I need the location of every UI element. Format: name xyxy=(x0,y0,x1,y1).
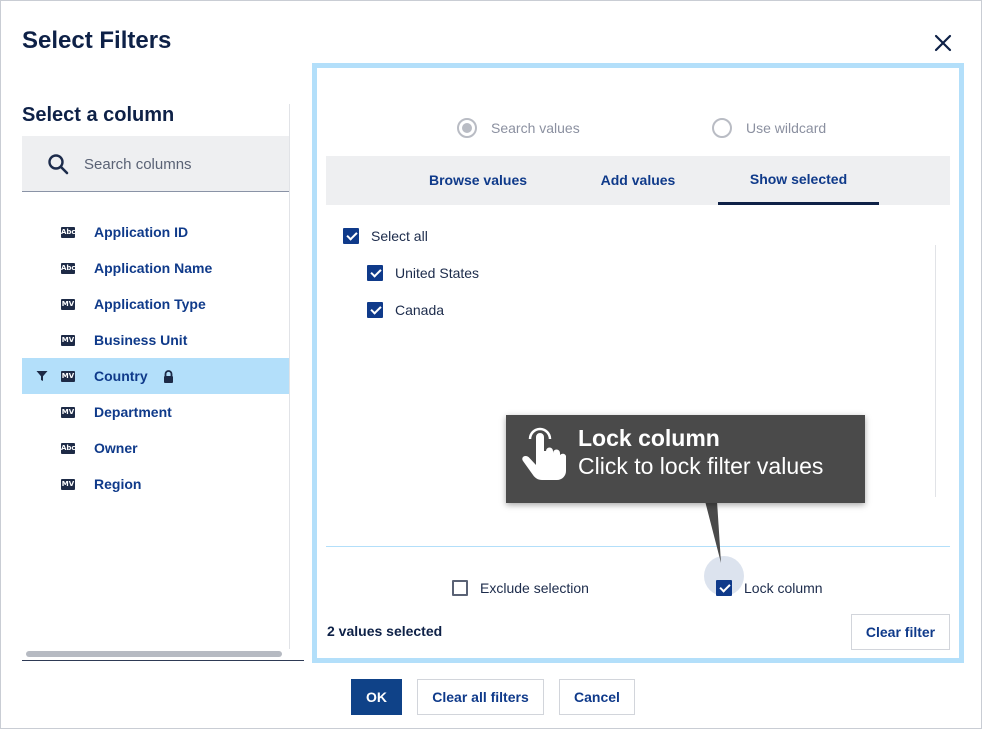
column-item-application-name[interactable]: Abc Application Name xyxy=(22,250,289,286)
column-label: Business Unit xyxy=(94,332,188,348)
exclude-selection-checkbox[interactable]: Exclude selection xyxy=(452,580,589,596)
values-scrollbar[interactable] xyxy=(935,245,936,497)
select-all-checkbox[interactable]: Select all xyxy=(343,228,428,244)
value-checkbox-canada[interactable]: Canada xyxy=(367,302,444,318)
checkbox-label: Select all xyxy=(371,228,428,244)
use-wildcard-radio[interactable]: Use wildcard xyxy=(712,118,826,138)
clear-filter-button[interactable]: Clear filter xyxy=(851,614,950,650)
multivalue-type-icon: MV xyxy=(61,298,75,310)
clear-all-filters-button[interactable]: Clear all filters xyxy=(417,679,544,715)
column-search-input[interactable] xyxy=(84,148,279,180)
multivalue-type-icon: MV xyxy=(61,370,75,382)
checkbox-label: Lock column xyxy=(744,580,823,596)
search-icon xyxy=(46,152,70,176)
radio-label: Use wildcard xyxy=(746,120,827,136)
column-label: Application Name xyxy=(94,260,213,276)
tab-browse-values[interactable]: Browse values xyxy=(398,156,558,205)
tooltip-title: Lock column xyxy=(578,425,720,451)
column-item-business-unit[interactable]: MV Business Unit xyxy=(22,322,289,358)
checkbox-label: Canada xyxy=(395,302,445,318)
column-list: Abc Application ID Abc Application Name … xyxy=(22,214,289,502)
checkbox-checked xyxy=(343,228,359,244)
close-icon[interactable] xyxy=(931,31,955,55)
checkbox-checked xyxy=(367,265,383,281)
text-type-icon: Abc xyxy=(61,442,76,454)
checkbox-unchecked xyxy=(452,580,468,596)
radio-label: Search values xyxy=(491,120,580,136)
tab-show-selected[interactable]: Show selected xyxy=(718,156,879,205)
radio-indicator xyxy=(712,118,732,138)
checkbox-label: Exclude selection xyxy=(480,580,589,596)
filter-options: Exclude selection Lock column xyxy=(326,573,950,603)
ok-button[interactable]: OK xyxy=(351,679,402,715)
lock-column-tooltip: Lock column Click to lock filter values xyxy=(506,415,865,503)
column-item-country[interactable]: MV Country xyxy=(22,358,289,394)
filter-values-panel: Search values Use wildcard Browse values… xyxy=(312,63,964,663)
lock-column-checkbox[interactable]: Lock column xyxy=(716,580,823,596)
column-label: Country xyxy=(94,368,148,384)
column-label: Department xyxy=(94,404,172,420)
multivalue-type-icon: MV xyxy=(61,478,75,490)
hand-pointer-icon xyxy=(520,425,566,481)
text-type-icon: Abc xyxy=(61,226,76,238)
tooltip-subtitle: Click to lock filter values xyxy=(578,453,824,479)
checkbox-label: United States xyxy=(395,265,480,281)
select-filters-dialog: Select Filters Select a column Abc Appli… xyxy=(0,0,982,729)
filter-funnel-icon xyxy=(22,370,61,382)
radio-indicator xyxy=(457,118,477,138)
selected-count: 2 values selected xyxy=(327,623,443,639)
value-tabs: Browse values Add values Show selected xyxy=(326,156,950,205)
lock-icon xyxy=(163,369,174,383)
column-label: Application Type xyxy=(94,296,206,312)
scrollbar-thumb[interactable] xyxy=(26,651,282,657)
divider xyxy=(326,546,950,547)
multivalue-type-icon: MV xyxy=(61,334,75,346)
checkbox-checked xyxy=(367,302,383,318)
value-checkbox-united-states[interactable]: United States xyxy=(367,265,479,281)
column-search-box xyxy=(22,136,289,192)
column-item-department[interactable]: MV Department xyxy=(22,394,289,430)
column-label: Owner xyxy=(94,440,138,456)
column-list-horizontal-scrollbar[interactable] xyxy=(22,649,304,661)
column-item-region[interactable]: MV Region xyxy=(22,466,289,502)
dialog-title: Select Filters xyxy=(22,27,172,54)
tab-add-values[interactable]: Add values xyxy=(558,156,718,205)
column-label: Region xyxy=(94,476,142,492)
text-type-icon: Abc xyxy=(61,262,76,274)
search-values-radio[interactable]: Search values xyxy=(457,118,580,138)
multivalue-type-icon: MV xyxy=(61,406,75,418)
search-mode-radio-group: Search values Use wildcard xyxy=(326,118,951,142)
column-panel-title: Select a column xyxy=(22,104,175,126)
column-label: Application ID xyxy=(94,224,189,240)
cancel-button[interactable]: Cancel xyxy=(559,679,635,715)
column-item-application-type[interactable]: MV Application Type xyxy=(22,286,289,322)
tooltip-pointer xyxy=(705,501,721,563)
column-item-application-id[interactable]: Abc Application ID xyxy=(22,214,289,250)
checkbox-checked xyxy=(716,580,732,596)
column-list-scrollbar[interactable] xyxy=(289,104,304,649)
column-item-owner[interactable]: Abc Owner xyxy=(22,430,289,466)
